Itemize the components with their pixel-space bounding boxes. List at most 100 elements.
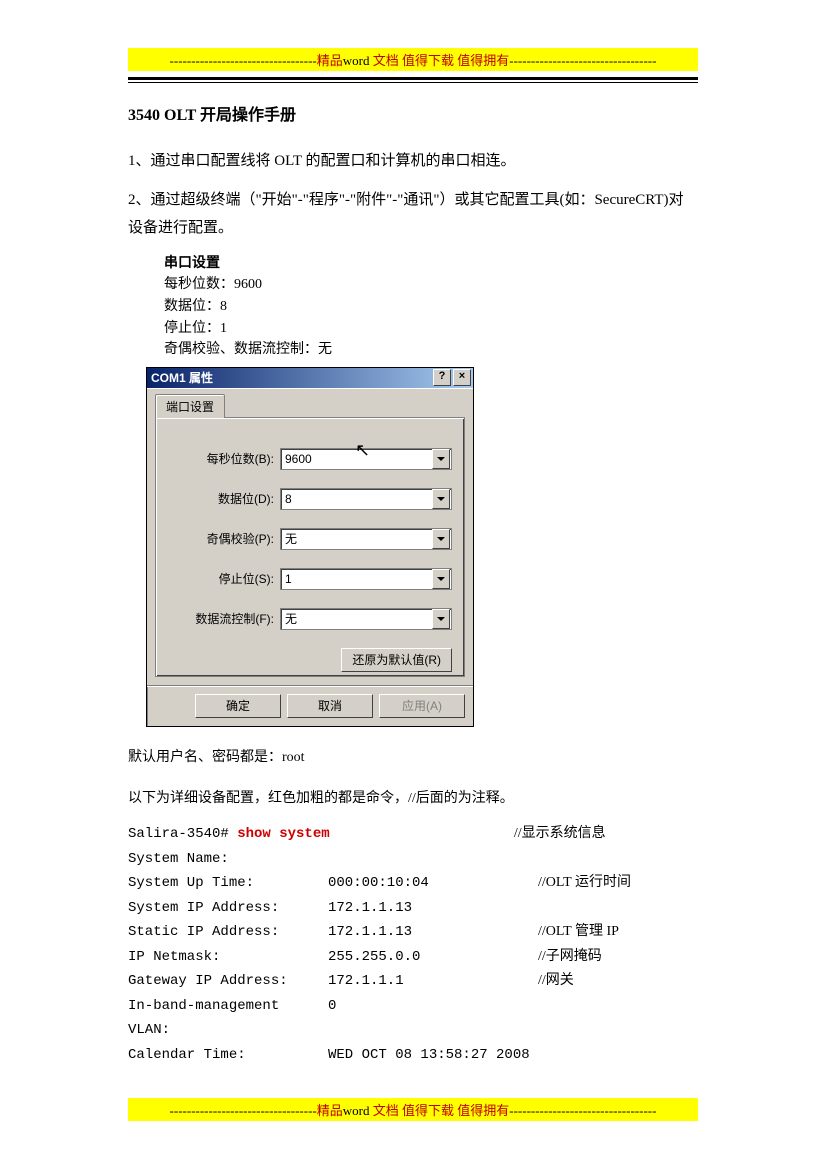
ok-button[interactable]: 确定: [195, 694, 281, 718]
cli-line: Calendar Time:WED OCT 08 13:58:27 2008: [128, 1043, 698, 1068]
cli-cmd-line: Salira-3540# show system //显示系统信息: [128, 822, 698, 847]
chevron-down-icon[interactable]: [432, 489, 450, 509]
banner-dash-left-b: ----------------------------------: [170, 1103, 317, 1118]
banner-dash-right: ----------------------------------: [509, 53, 656, 68]
cli-command: show system: [237, 826, 329, 842]
tab-port-settings[interactable]: 端口设置: [155, 394, 225, 418]
dialog-title: COM1 属性: [151, 369, 431, 386]
cli-value: 0: [328, 994, 538, 1043]
hr-thin: [128, 82, 698, 83]
label-flow: 数据流控制(F):: [168, 610, 280, 627]
row-data: 数据位(D): 8: [168, 488, 452, 510]
combo-data[interactable]: 8: [280, 488, 452, 510]
cli-line: System IP Address:172.1.1.13: [128, 896, 698, 921]
cli-value: [328, 847, 538, 872]
cli-comment: //网关: [538, 969, 698, 994]
chevron-down-icon[interactable]: [432, 569, 450, 589]
cli-key: In-band-management VLAN:: [128, 994, 328, 1043]
hr-thick: [128, 77, 698, 80]
cli-value: 172.1.1.13: [328, 920, 538, 945]
apply-button[interactable]: 应用(A): [379, 694, 465, 718]
combo-parity[interactable]: 无: [280, 528, 452, 550]
banner-prefix: 精品: [317, 53, 343, 68]
label-parity: 奇偶校验(P):: [168, 530, 280, 547]
banner-word: word: [343, 53, 370, 68]
cli-key: Gateway IP Address:: [128, 969, 328, 994]
row-stop: 停止位(S): 1: [168, 568, 452, 590]
cli-comment: [538, 896, 698, 921]
combo-flow[interactable]: 无: [280, 608, 452, 630]
cli-key: System Name:: [128, 847, 328, 872]
serial-heading: 串口设置: [164, 253, 698, 275]
cli-comment: [538, 994, 698, 1043]
cli-line: Static IP Address:172.1.1.13//OLT 管理 IP: [128, 920, 698, 945]
cli-comment: [538, 847, 698, 872]
combo-baud-value: 9600: [285, 452, 312, 466]
cli-line: System Name:: [128, 847, 698, 872]
cli-value: 172.1.1.13: [328, 896, 538, 921]
cli-prompt: Salira-3540#: [128, 826, 237, 842]
chevron-down-icon[interactable]: [432, 529, 450, 549]
cli-line: IP Netmask:255.255.0.0//子网掩码: [128, 945, 698, 970]
restore-row: 还原为默认值(R): [168, 648, 452, 672]
row-flow: 数据流控制(F): 无: [168, 608, 452, 630]
label-data: 数据位(D):: [168, 490, 280, 507]
serial-stop: 停止位：1: [164, 318, 698, 340]
dialog-buttons: 确定 取消 应用(A): [147, 685, 473, 726]
page-title: 3540 OLT 开局操作手册: [128, 101, 698, 125]
default-cred: 默认用户名、密码都是：root: [128, 745, 698, 772]
top-banner: ----------------------------------精品word…: [128, 48, 698, 71]
cli-comment: //子网掩码: [538, 945, 698, 970]
combo-parity-value: 无: [285, 530, 297, 547]
cli-cmd-comment: //显示系统信息: [514, 822, 698, 847]
serial-parity: 奇偶校验、数据流控制：无: [164, 339, 698, 361]
label-stop: 停止位(S):: [168, 570, 280, 587]
banner-suffix-b: 文档 值得下载 值得拥有: [369, 1103, 509, 1118]
banner-dash-right-b: ----------------------------------: [509, 1103, 656, 1118]
restore-defaults-button[interactable]: 还原为默认值(R): [341, 648, 452, 672]
cli-value: 255.255.0.0: [328, 945, 538, 970]
com1-dialog: COM1 属性 ? × 端口设置 每秒位数(B): 9600 数据位(D):: [146, 367, 474, 727]
cli-comment: //OLT 管理 IP: [538, 920, 698, 945]
help-button[interactable]: ?: [433, 369, 451, 386]
banner-dash-left: ----------------------------------: [170, 53, 317, 68]
combo-stop-value: 1: [285, 572, 292, 586]
cli-comment: //OLT 运行时间: [538, 871, 698, 896]
cli-value: WED OCT 08 13:58:27 2008: [328, 1043, 538, 1068]
chevron-down-icon[interactable]: [432, 609, 450, 629]
banner-prefix-b: 精品: [317, 1103, 343, 1118]
cursor-icon: ↖: [355, 440, 370, 461]
banner-word-b: word: [343, 1103, 370, 1118]
cli-comment: [538, 1043, 698, 1068]
close-button[interactable]: ×: [453, 369, 471, 386]
combo-flow-value: 无: [285, 610, 297, 627]
cli-line: Gateway IP Address:172.1.1.1//网关: [128, 969, 698, 994]
cli-key: System IP Address:: [128, 896, 328, 921]
row-parity: 奇偶校验(P): 无: [168, 528, 452, 550]
cli-key: Static IP Address:: [128, 920, 328, 945]
intro-p1: 1、通过串口配置线将 OLT 的配置口和计算机的串口相连。: [128, 147, 698, 176]
after-dialog-block: 默认用户名、密码都是：root 以下为详细设备配置，红色加粗的都是命令，//后面…: [128, 745, 698, 812]
chevron-down-icon[interactable]: [432, 449, 450, 469]
tab-strip: 端口设置: [155, 397, 465, 417]
dialog-titlebar[interactable]: COM1 属性 ? ×: [147, 368, 473, 388]
tab-panel: 每秒位数(B): 9600 数据位(D): 8 奇偶校验(P):: [155, 417, 465, 677]
combo-stop[interactable]: 1: [280, 568, 452, 590]
serial-baud: 每秒位数：9600: [164, 274, 698, 296]
row-baud: 每秒位数(B): 9600: [168, 448, 452, 470]
label-baud: 每秒位数(B):: [168, 450, 280, 467]
cli-line: System Up Time:000:00:10:04//OLT 运行时间: [128, 871, 698, 896]
cli-value: 000:00:10:04: [328, 871, 538, 896]
cli-key: System Up Time:: [128, 871, 328, 896]
combo-data-value: 8: [285, 492, 292, 506]
cli-block: Salira-3540# show system //显示系统信息 System…: [128, 822, 698, 1067]
cli-value: 172.1.1.1: [328, 969, 538, 994]
serial-settings: 串口设置 每秒位数：9600 数据位：8 停止位：1 奇偶校验、数据流控制：无: [164, 253, 698, 361]
banner-suffix: 文档 值得下载 值得拥有: [369, 53, 509, 68]
cli-key: Calendar Time:: [128, 1043, 328, 1068]
bottom-banner: ----------------------------------精品word…: [128, 1098, 698, 1121]
serial-data: 数据位：8: [164, 296, 698, 318]
intro-p2: 2、通过超级终端（"开始"-"程序"-"附件"-"通讯"）或其它配置工具(如：S…: [128, 186, 698, 243]
cancel-button[interactable]: 取消: [287, 694, 373, 718]
cli-line: In-band-management VLAN:0: [128, 994, 698, 1043]
